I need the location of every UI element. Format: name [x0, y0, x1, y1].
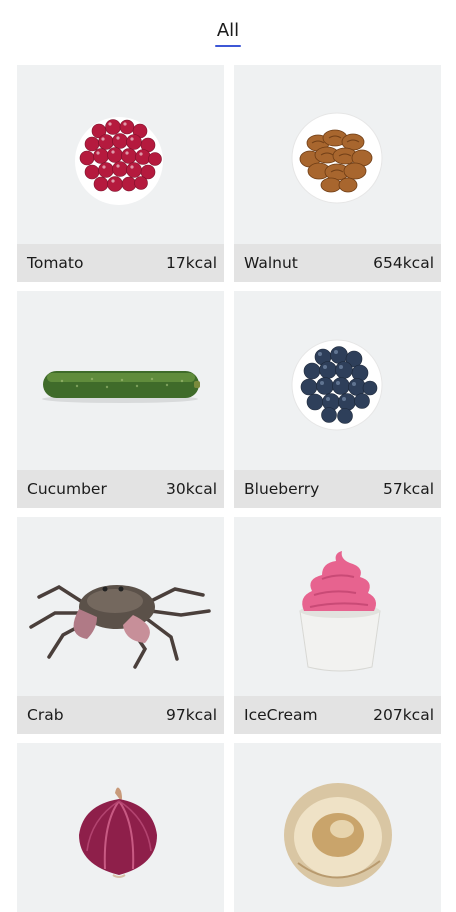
food-name: Walnut: [244, 254, 298, 272]
food-card-walnut[interactable]: Walnut 654kcal: [234, 65, 441, 282]
food-kcal: 207kcal: [373, 706, 434, 724]
food-card-onion[interactable]: [17, 743, 224, 912]
card-footer: Cucumber 30kcal: [17, 470, 224, 508]
card-footer: Crab 97kcal: [17, 696, 224, 734]
cucumber-image: [17, 291, 224, 469]
food-card-mushroom[interactable]: [234, 743, 441, 912]
food-name: IceCream: [244, 706, 318, 724]
walnut-image: [234, 65, 441, 243]
food-kcal: 97kcal: [165, 706, 217, 724]
food-card-blueberry[interactable]: Blueberry 57kcal: [234, 291, 441, 508]
food-card-cucumber[interactable]: Cucumber 30kcal: [17, 291, 224, 508]
food-kcal: 30kcal: [165, 480, 217, 498]
food-card-tomato[interactable]: Tomato 17kcal: [17, 65, 224, 282]
card-footer: Walnut 654kcal: [234, 244, 441, 282]
blueberry-image: [234, 291, 441, 469]
card-footer: Tomato 17kcal: [17, 244, 224, 282]
food-kcal: 17kcal: [165, 254, 217, 272]
card-footer: Blueberry 57kcal: [234, 470, 441, 508]
food-list-screen: All Tomato 17kcal Walnut 654kcal Cucumbe…: [0, 0, 456, 912]
onion-image: [17, 743, 224, 912]
food-kcal: 654kcal: [373, 254, 434, 272]
mushroom-image: [234, 743, 441, 912]
food-kcal: 57kcal: [382, 480, 434, 498]
food-name: Cucumber: [27, 480, 107, 498]
food-name: Blueberry: [244, 480, 320, 498]
icecream-image: [234, 517, 441, 695]
food-card-icecream[interactable]: IceCream 207kcal: [234, 517, 441, 734]
food-name: Crab: [27, 706, 64, 724]
food-grid: Tomato 17kcal Walnut 654kcal Cucumber 30…: [0, 0, 456, 912]
tomato-image: [17, 65, 224, 243]
food-name: Tomato: [27, 254, 84, 272]
food-card-crab[interactable]: Crab 97kcal: [17, 517, 224, 734]
card-footer: IceCream 207kcal: [234, 696, 441, 734]
crab-image: [17, 517, 224, 695]
